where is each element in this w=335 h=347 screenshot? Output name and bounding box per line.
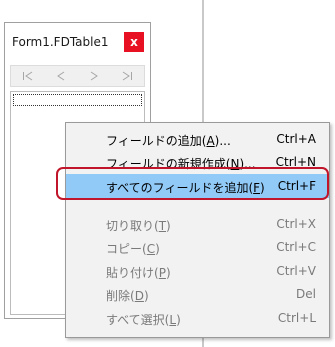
next-record-button[interactable]	[78, 66, 111, 86]
record-navigator	[10, 65, 145, 87]
menu-item-delete[interactable]: 削除(D) Del	[66, 282, 329, 306]
close-button[interactable]: x	[124, 32, 144, 52]
menu-item-add-fields[interactable]: フィールドの追加(A)... Ctrl+A	[66, 127, 329, 151]
first-icon	[22, 71, 32, 81]
first-record-button[interactable]	[11, 66, 44, 86]
last-record-button[interactable]	[111, 66, 144, 86]
menu-item-cut[interactable]: 切り取り(T) Ctrl+X	[66, 212, 329, 236]
shortcut: Ctrl+X	[276, 217, 316, 231]
focus-rectangle	[13, 94, 142, 106]
highlight-callout	[56, 167, 329, 200]
menu-item-copy[interactable]: コピー(C) Ctrl+C	[66, 235, 329, 259]
last-icon	[123, 71, 133, 81]
prior-icon	[56, 71, 65, 81]
shortcut: Ctrl+C	[276, 240, 316, 254]
prior-record-button[interactable]	[44, 66, 77, 86]
shortcut: Ctrl+L	[277, 311, 316, 325]
context-menu: フィールドの追加(A)... Ctrl+A フィールドの新規作成(N)... C…	[65, 122, 330, 338]
shortcut: Ctrl+V	[276, 264, 316, 278]
menu-item-paste[interactable]: 貼り付け(P) Ctrl+V	[66, 259, 329, 283]
window-title: Form1.FDTable1	[12, 35, 109, 49]
shortcut: Del	[296, 287, 316, 301]
shortcut: Ctrl+A	[276, 132, 316, 146]
next-icon	[90, 71, 99, 81]
menu-item-select-all[interactable]: すべて選択(L) Ctrl+L	[66, 306, 329, 330]
